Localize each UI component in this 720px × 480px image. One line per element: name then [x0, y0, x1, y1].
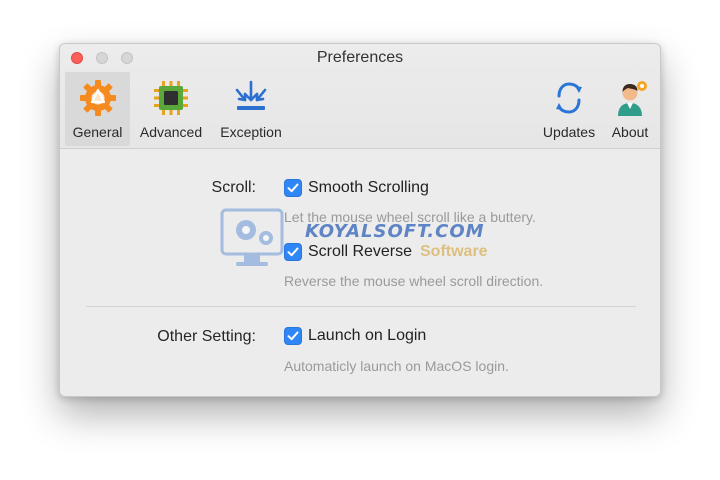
general-pane: Scroll: Smooth Scrolling Let the mouse w… — [60, 149, 660, 396]
tab-general[interactable]: General — [65, 72, 130, 146]
smooth-scrolling-checkbox[interactable] — [284, 179, 302, 197]
scroll-reverse-label[interactable]: Scroll Reverse — [308, 243, 412, 261]
section-divider — [86, 306, 636, 307]
watermark-subtext: Software — [420, 243, 488, 260]
watermark-text: KOYALSOFT.COM — [305, 221, 485, 242]
gear-icon — [78, 78, 118, 118]
tab-advanced[interactable]: Advanced — [134, 72, 208, 146]
tab-advanced-label: Advanced — [139, 124, 203, 140]
scroll-reverse-description: Reverse the mouse wheel scroll direction… — [284, 273, 544, 289]
tab-updates-label: Updates — [542, 124, 596, 140]
screenshot-stage: Preferences General Advanced Exception U… — [0, 0, 720, 480]
tab-exception[interactable]: Exception — [212, 72, 290, 146]
tab-general-label: General — [72, 124, 123, 140]
other-setting-section-label: Other Setting: — [157, 328, 256, 345]
chip-icon — [151, 78, 191, 118]
refresh-icon — [549, 78, 589, 118]
launch-on-login-label[interactable]: Launch on Login — [308, 327, 426, 345]
watermark-gears-logo — [220, 208, 298, 274]
preferences-window: Preferences General Advanced Exception U… — [59, 43, 661, 397]
tab-updates[interactable]: Updates — [536, 72, 602, 146]
launch-on-login-checkbox[interactable] — [284, 327, 302, 345]
toolbar: Preferences General Advanced Exception U… — [60, 44, 660, 149]
tab-about-label: About — [611, 124, 649, 140]
tab-exception-label: Exception — [220, 124, 282, 140]
tab-about[interactable]: About — [604, 72, 656, 146]
window-title: Preferences — [316, 49, 404, 66]
launch-on-login-description: Automaticly launch on MacOS login. — [284, 358, 509, 374]
scroll-section-label: Scroll: — [211, 179, 256, 196]
person-icon — [610, 78, 650, 118]
smooth-scrolling-label[interactable]: Smooth Scrolling — [308, 179, 429, 197]
download-arrows-icon — [231, 78, 271, 118]
